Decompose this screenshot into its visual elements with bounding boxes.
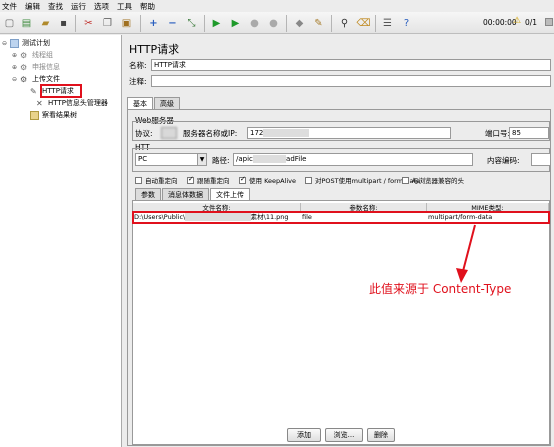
arrow-line bbox=[461, 224, 476, 276]
annotation-arrow bbox=[456, 224, 476, 283]
annotation-text: 此值来源于 Content-Type bbox=[369, 282, 512, 296]
